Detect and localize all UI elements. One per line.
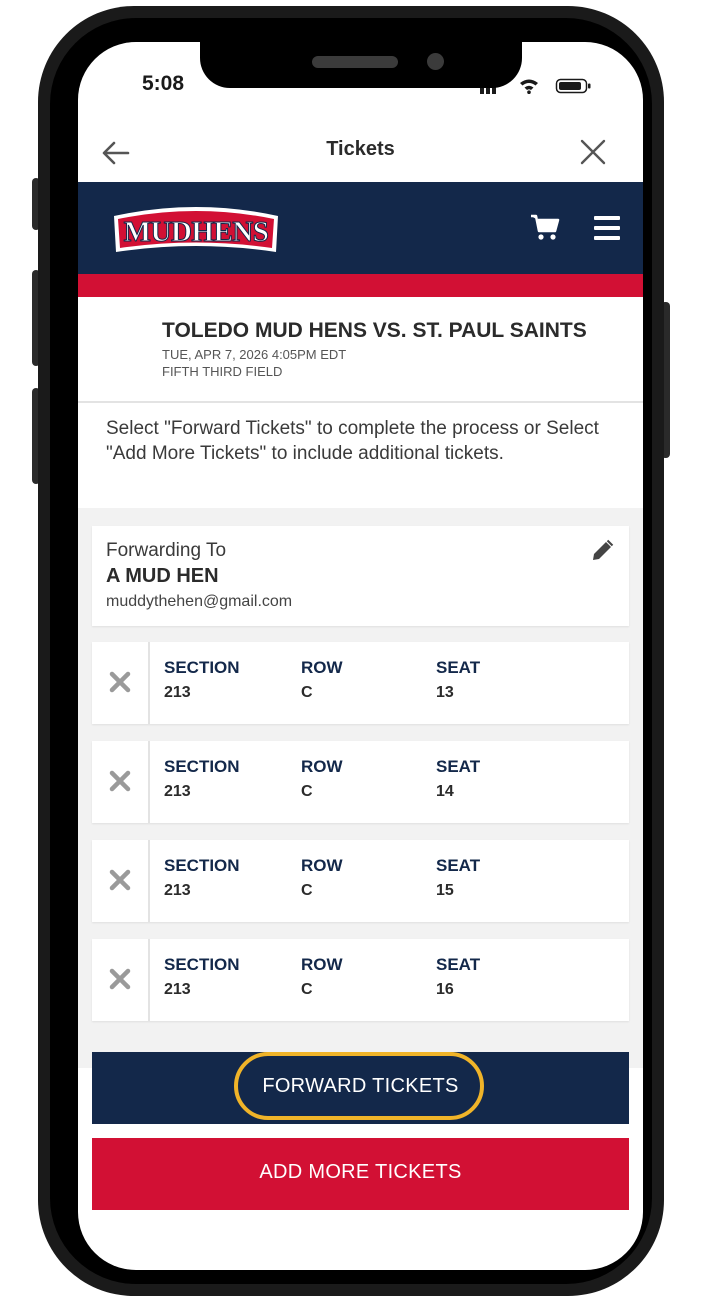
status-time: 5:08 — [142, 72, 185, 95]
battery-icon — [555, 78, 591, 94]
forwarding-card: Forwarding To A MUD HEN muddythehen@gmai… — [92, 526, 629, 626]
section-column: SECTION 213 — [164, 757, 240, 801]
recipient-email: muddythehen@gmail.com — [106, 593, 293, 610]
seat-value: 14 — [436, 783, 454, 800]
seat-column: SEAT 13 — [436, 658, 480, 702]
ticket-row: SECTION 213 ROW C SEAT 13 — [92, 642, 629, 724]
remove-ticket-button[interactable] — [92, 642, 150, 724]
row-column: ROW C — [301, 757, 343, 801]
event-info: TOLEDO MUD HENS VS. ST. PAUL SAINTS TUE,… — [78, 297, 643, 403]
remove-ticket-button[interactable] — [92, 939, 150, 1021]
section-label: SECTION — [164, 856, 240, 875]
remove-ticket-button[interactable] — [92, 840, 150, 922]
event-title: TOLEDO MUD HENS VS. ST. PAUL SAINTS — [162, 319, 587, 342]
forwarding-label: Forwarding To — [106, 540, 227, 561]
header-red-stripe — [78, 274, 643, 297]
forward-tickets-button[interactable]: FORWARD TICKETS — [92, 1052, 629, 1124]
remove-ticket-button[interactable] — [92, 741, 150, 823]
forward-tickets-label: FORWARD TICKETS — [262, 1075, 459, 1097]
row-column: ROW C — [301, 658, 343, 702]
x-icon — [109, 770, 131, 792]
row-column: ROW C — [301, 856, 343, 900]
seat-value: 16 — [436, 981, 454, 998]
close-icon[interactable] — [578, 137, 608, 167]
row-value: C — [301, 783, 313, 800]
seat-label: SEAT — [436, 658, 481, 677]
speaker — [312, 56, 398, 68]
ticket-row: SECTION 213 ROW C SEAT 15 — [92, 840, 629, 922]
seat-column: SEAT 14 — [436, 757, 480, 801]
x-icon — [109, 869, 131, 891]
row-label: ROW — [301, 658, 343, 677]
phone-notch — [200, 42, 522, 88]
seat-label: SEAT — [436, 955, 481, 974]
seat-label: SEAT — [436, 757, 481, 776]
hamburger-menu-icon[interactable] — [594, 215, 620, 241]
seat-column: SEAT 15 — [436, 856, 480, 900]
add-more-tickets-label: ADD MORE TICKETS — [259, 1161, 462, 1183]
wifi-icon — [520, 79, 538, 94]
ticket-row: SECTION 213 ROW C SEAT 16 — [92, 939, 629, 1021]
row-value: C — [301, 981, 313, 998]
seat-value: 13 — [436, 684, 454, 701]
recipient-name: A MUD HEN — [106, 565, 219, 587]
ticket-row: SECTION 213 ROW C SEAT 14 — [92, 741, 629, 823]
section-label: SECTION — [164, 757, 240, 776]
app-screen: 5:08 Tickets MUDHENS TOLEDO MUD HENS VS.… — [78, 42, 643, 1270]
seat-value: 15 — [436, 882, 454, 899]
seat-column: SEAT 16 — [436, 955, 480, 999]
x-icon — [109, 968, 131, 990]
event-venue: FIFTH THIRD FIELD — [162, 364, 283, 379]
section-value: 213 — [164, 981, 191, 998]
section-column: SECTION 213 — [164, 856, 240, 900]
section-label: SECTION — [164, 658, 240, 677]
add-more-tickets-button[interactable]: ADD MORE TICKETS — [92, 1138, 629, 1210]
row-value: C — [301, 684, 313, 701]
x-icon — [109, 671, 131, 693]
pencil-icon[interactable] — [589, 538, 615, 564]
event-date: TUE, APR 7, 2026 4:05PM EDT — [162, 347, 347, 362]
cart-icon[interactable] — [530, 212, 560, 242]
mud-hens-logo[interactable]: MUDHENS — [110, 196, 282, 260]
team-header: MUDHENS — [78, 182, 643, 274]
page-title: Tickets — [326, 138, 395, 160]
section-value: 213 — [164, 684, 191, 701]
section-column: SECTION 213 — [164, 658, 240, 702]
instructions-text: Select "Forward Tickets" to complete the… — [106, 418, 599, 464]
logo-text: MUDHENS — [124, 216, 269, 248]
section-value: 213 — [164, 783, 191, 800]
seat-label: SEAT — [436, 856, 481, 875]
row-label: ROW — [301, 856, 343, 875]
front-camera — [427, 53, 444, 70]
row-label: ROW — [301, 757, 343, 776]
row-column: ROW C — [301, 955, 343, 999]
section-label: SECTION — [164, 955, 240, 974]
section-value: 213 — [164, 882, 191, 899]
section-column: SECTION 213 — [164, 955, 240, 999]
row-label: ROW — [301, 955, 343, 974]
row-value: C — [301, 882, 313, 899]
